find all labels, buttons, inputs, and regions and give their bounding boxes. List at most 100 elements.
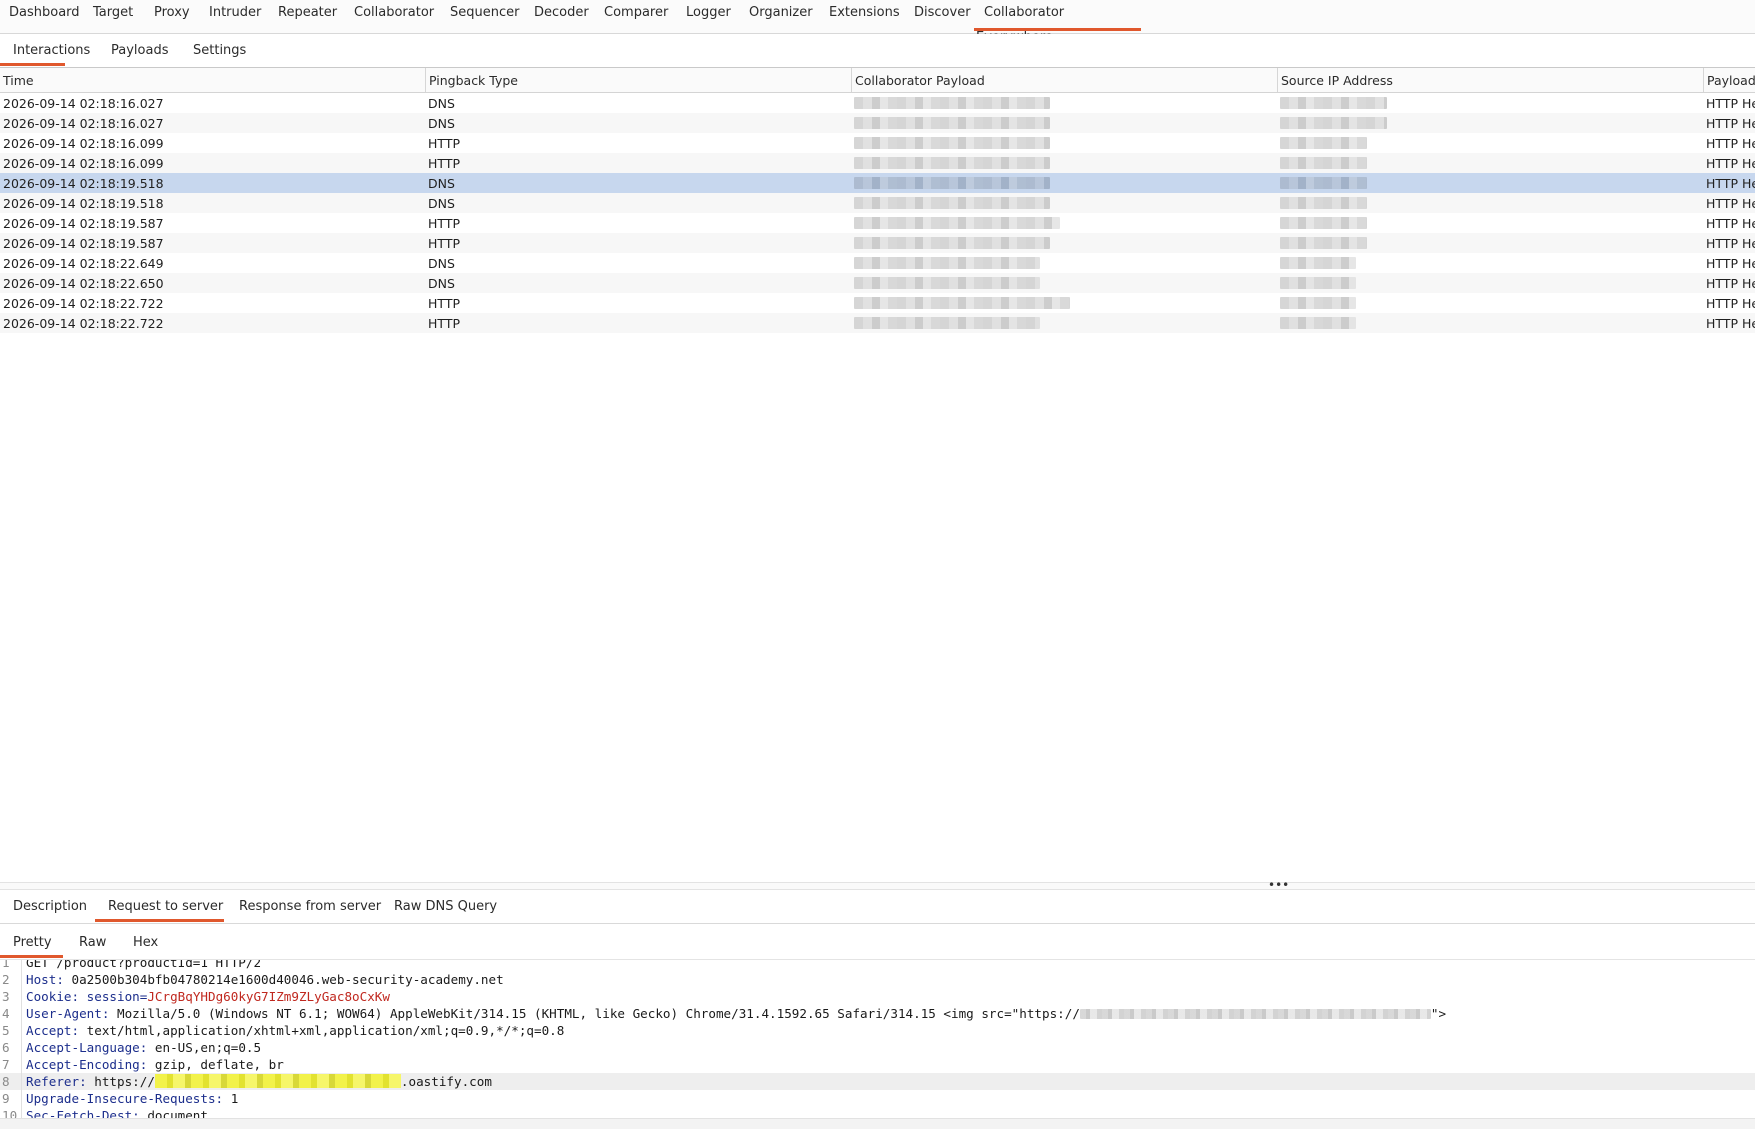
- cell-pingback-type: DNS: [428, 196, 455, 211]
- cell-time: 2026-09-14 02:18:22.650: [3, 276, 164, 291]
- table-row[interactable]: 2026-09-14 02:18:22.650 DNS HTTP He: [0, 273, 1755, 293]
- code-line: 2 Host: 0a2500b304bfb04780214e1600d40046…: [0, 971, 1755, 988]
- tab-comparer[interactable]: Comparer: [602, 0, 670, 31]
- cell-payload-type: HTTP He: [1706, 216, 1755, 231]
- line-number: 6: [0, 1039, 22, 1056]
- cell-pingback-type: HTTP: [428, 216, 460, 231]
- header-name: Host:: [26, 972, 64, 987]
- tab-raw-dns-query[interactable]: Raw DNS Query: [394, 889, 497, 922]
- tab-extensions[interactable]: Extensions: [827, 0, 902, 31]
- tab-pretty[interactable]: Pretty: [0, 925, 63, 958]
- redacted-ip: [1280, 257, 1356, 269]
- column-header-pingback-type[interactable]: Pingback Type: [425, 68, 851, 92]
- table-row[interactable]: 2026-09-14 02:18:19.518 DNS HTTP He: [0, 193, 1755, 213]
- cookie-name: session=: [79, 989, 148, 1004]
- tab-decoder[interactable]: Decoder: [532, 0, 591, 31]
- tab-dashboard[interactable]: Dashboard: [7, 0, 82, 31]
- column-header-payload-type[interactable]: Payload T: [1703, 68, 1755, 92]
- cell-payload-type: HTTP He: [1706, 96, 1755, 111]
- tab-discover[interactable]: Discover: [912, 0, 973, 31]
- cell-payload-type: HTTP He: [1706, 176, 1755, 191]
- cell-payload-type: HTTP He: [1706, 136, 1755, 151]
- code-line: 4 User-Agent: Mozilla/5.0 (Windows NT 6.…: [0, 1005, 1755, 1022]
- tab-logger[interactable]: Logger: [684, 0, 733, 31]
- tab-collaborator-everywhere[interactable]: Collaborator Everywhere: [974, 0, 1141, 45]
- tab-raw[interactable]: Raw: [79, 925, 106, 958]
- table-row[interactable]: 2026-09-14 02:18:22.722 HTTP HTTP He: [0, 313, 1755, 333]
- tab-hex[interactable]: Hex: [133, 925, 158, 958]
- table-row[interactable]: 2026-09-14 02:18:16.027 DNS HTTP He: [0, 93, 1755, 113]
- redacted-ip: [1280, 277, 1356, 289]
- column-header-time[interactable]: Time: [0, 68, 425, 92]
- cell-source-ip: [1277, 253, 1703, 273]
- horizontal-scrollbar[interactable]: [0, 1118, 1755, 1129]
- redacted-payload: [1079, 1008, 1431, 1019]
- redacted-ip: [1280, 117, 1387, 129]
- redacted-payload: [854, 177, 1050, 189]
- header-name: Sec-Fetch-Dest:: [26, 1108, 140, 1118]
- tab-repeater[interactable]: Repeater: [276, 0, 339, 31]
- line-number: 5: [0, 1022, 22, 1039]
- tab-description[interactable]: Description: [13, 889, 87, 922]
- tab-settings[interactable]: Settings: [193, 34, 246, 66]
- header-value: document: [139, 1108, 208, 1118]
- line-number: 8: [0, 1073, 22, 1090]
- table-header: Time Pingback Type Collaborator Payload …: [0, 68, 1755, 93]
- cell-collaborator-payload: [851, 293, 1277, 313]
- redacted-payload: [854, 257, 1040, 269]
- tab-payloads[interactable]: Payloads: [111, 34, 168, 66]
- tab-organizer[interactable]: Organizer: [747, 0, 815, 31]
- tab-target[interactable]: Target: [91, 0, 135, 31]
- cell-source-ip: [1277, 113, 1703, 133]
- cell-payload-type: HTTP He: [1706, 236, 1755, 251]
- highlighted-redacted-payload: [154, 1074, 401, 1088]
- table-row[interactable]: 2026-09-14 02:18:19.518 DNS HTTP He: [0, 173, 1755, 193]
- cell-payload-type: HTTP He: [1706, 316, 1755, 331]
- redacted-ip: [1280, 297, 1356, 309]
- tab-interactions[interactable]: Interactions: [0, 34, 90, 66]
- line-number: 4: [0, 1005, 22, 1022]
- redacted-ip: [1280, 97, 1387, 109]
- cell-time: 2026-09-14 02:18:22.722: [3, 296, 164, 311]
- cell-time: 2026-09-14 02:18:16.027: [3, 116, 164, 131]
- tool-tab-bar: Dashboard Target Proxy Intruder Repeater…: [0, 0, 1755, 45]
- cell-time: 2026-09-14 02:18:16.099: [3, 156, 164, 171]
- header-value: en-US,en;q=0.5: [147, 1040, 262, 1055]
- redacted-payload: [854, 117, 1050, 129]
- tab-sequencer[interactable]: Sequencer: [448, 0, 521, 31]
- column-header-source-ip[interactable]: Source IP Address: [1277, 68, 1703, 92]
- header-name: Cookie:: [26, 989, 80, 1004]
- request-editor[interactable]: 1 GET /product?productId=1 HTTP/2 2 Host…: [0, 960, 1755, 1118]
- table-row[interactable]: 2026-09-14 02:18:16.099 HTTP HTTP He: [0, 133, 1755, 153]
- table-row[interactable]: 2026-09-14 02:18:19.587 HTTP HTTP He: [0, 213, 1755, 233]
- cell-collaborator-payload: [851, 173, 1277, 193]
- cell-source-ip: [1277, 173, 1703, 193]
- code-line: 3 Cookie: session=JCrgBqYHDg60kyG7IZm9ZL…: [0, 988, 1755, 1005]
- table-row[interactable]: 2026-09-14 02:18:16.099 HTTP HTTP He: [0, 153, 1755, 173]
- sub-tab-bar: Interactions Payloads Settings: [0, 34, 1755, 68]
- cell-source-ip: [1277, 273, 1703, 293]
- redacted-payload: [854, 97, 1050, 109]
- cell-collaborator-payload: [851, 313, 1277, 333]
- cell-collaborator-payload: [851, 273, 1277, 293]
- cell-pingback-type: HTTP: [428, 136, 460, 151]
- tab-intruder[interactable]: Intruder: [207, 0, 263, 31]
- tab-collaborator[interactable]: Collaborator: [352, 0, 436, 31]
- table-row[interactable]: 2026-09-14 02:18:22.722 HTTP HTTP He: [0, 293, 1755, 313]
- tab-proxy[interactable]: Proxy: [152, 0, 192, 31]
- table-row[interactable]: 2026-09-14 02:18:19.587 HTTP HTTP He: [0, 233, 1755, 253]
- tab-response-from-server[interactable]: Response from server: [239, 889, 381, 922]
- cell-collaborator-payload: [851, 133, 1277, 153]
- cell-pingback-type: HTTP: [428, 296, 460, 311]
- cell-payload-type: HTTP He: [1706, 256, 1755, 271]
- detail-tab-bar: Description Request to server Response f…: [0, 889, 1755, 924]
- redacted-ip: [1280, 177, 1367, 189]
- redacted-payload: [854, 317, 1040, 329]
- cell-pingback-type: DNS: [428, 256, 455, 271]
- tab-request-to-server[interactable]: Request to server: [95, 889, 224, 922]
- column-header-collaborator-payload[interactable]: Collaborator Payload: [851, 68, 1277, 92]
- redacted-ip: [1280, 137, 1367, 149]
- table-row[interactable]: 2026-09-14 02:18:22.649 DNS HTTP He: [0, 253, 1755, 273]
- cell-pingback-type: DNS: [428, 116, 455, 131]
- table-row[interactable]: 2026-09-14 02:18:16.027 DNS HTTP He: [0, 113, 1755, 133]
